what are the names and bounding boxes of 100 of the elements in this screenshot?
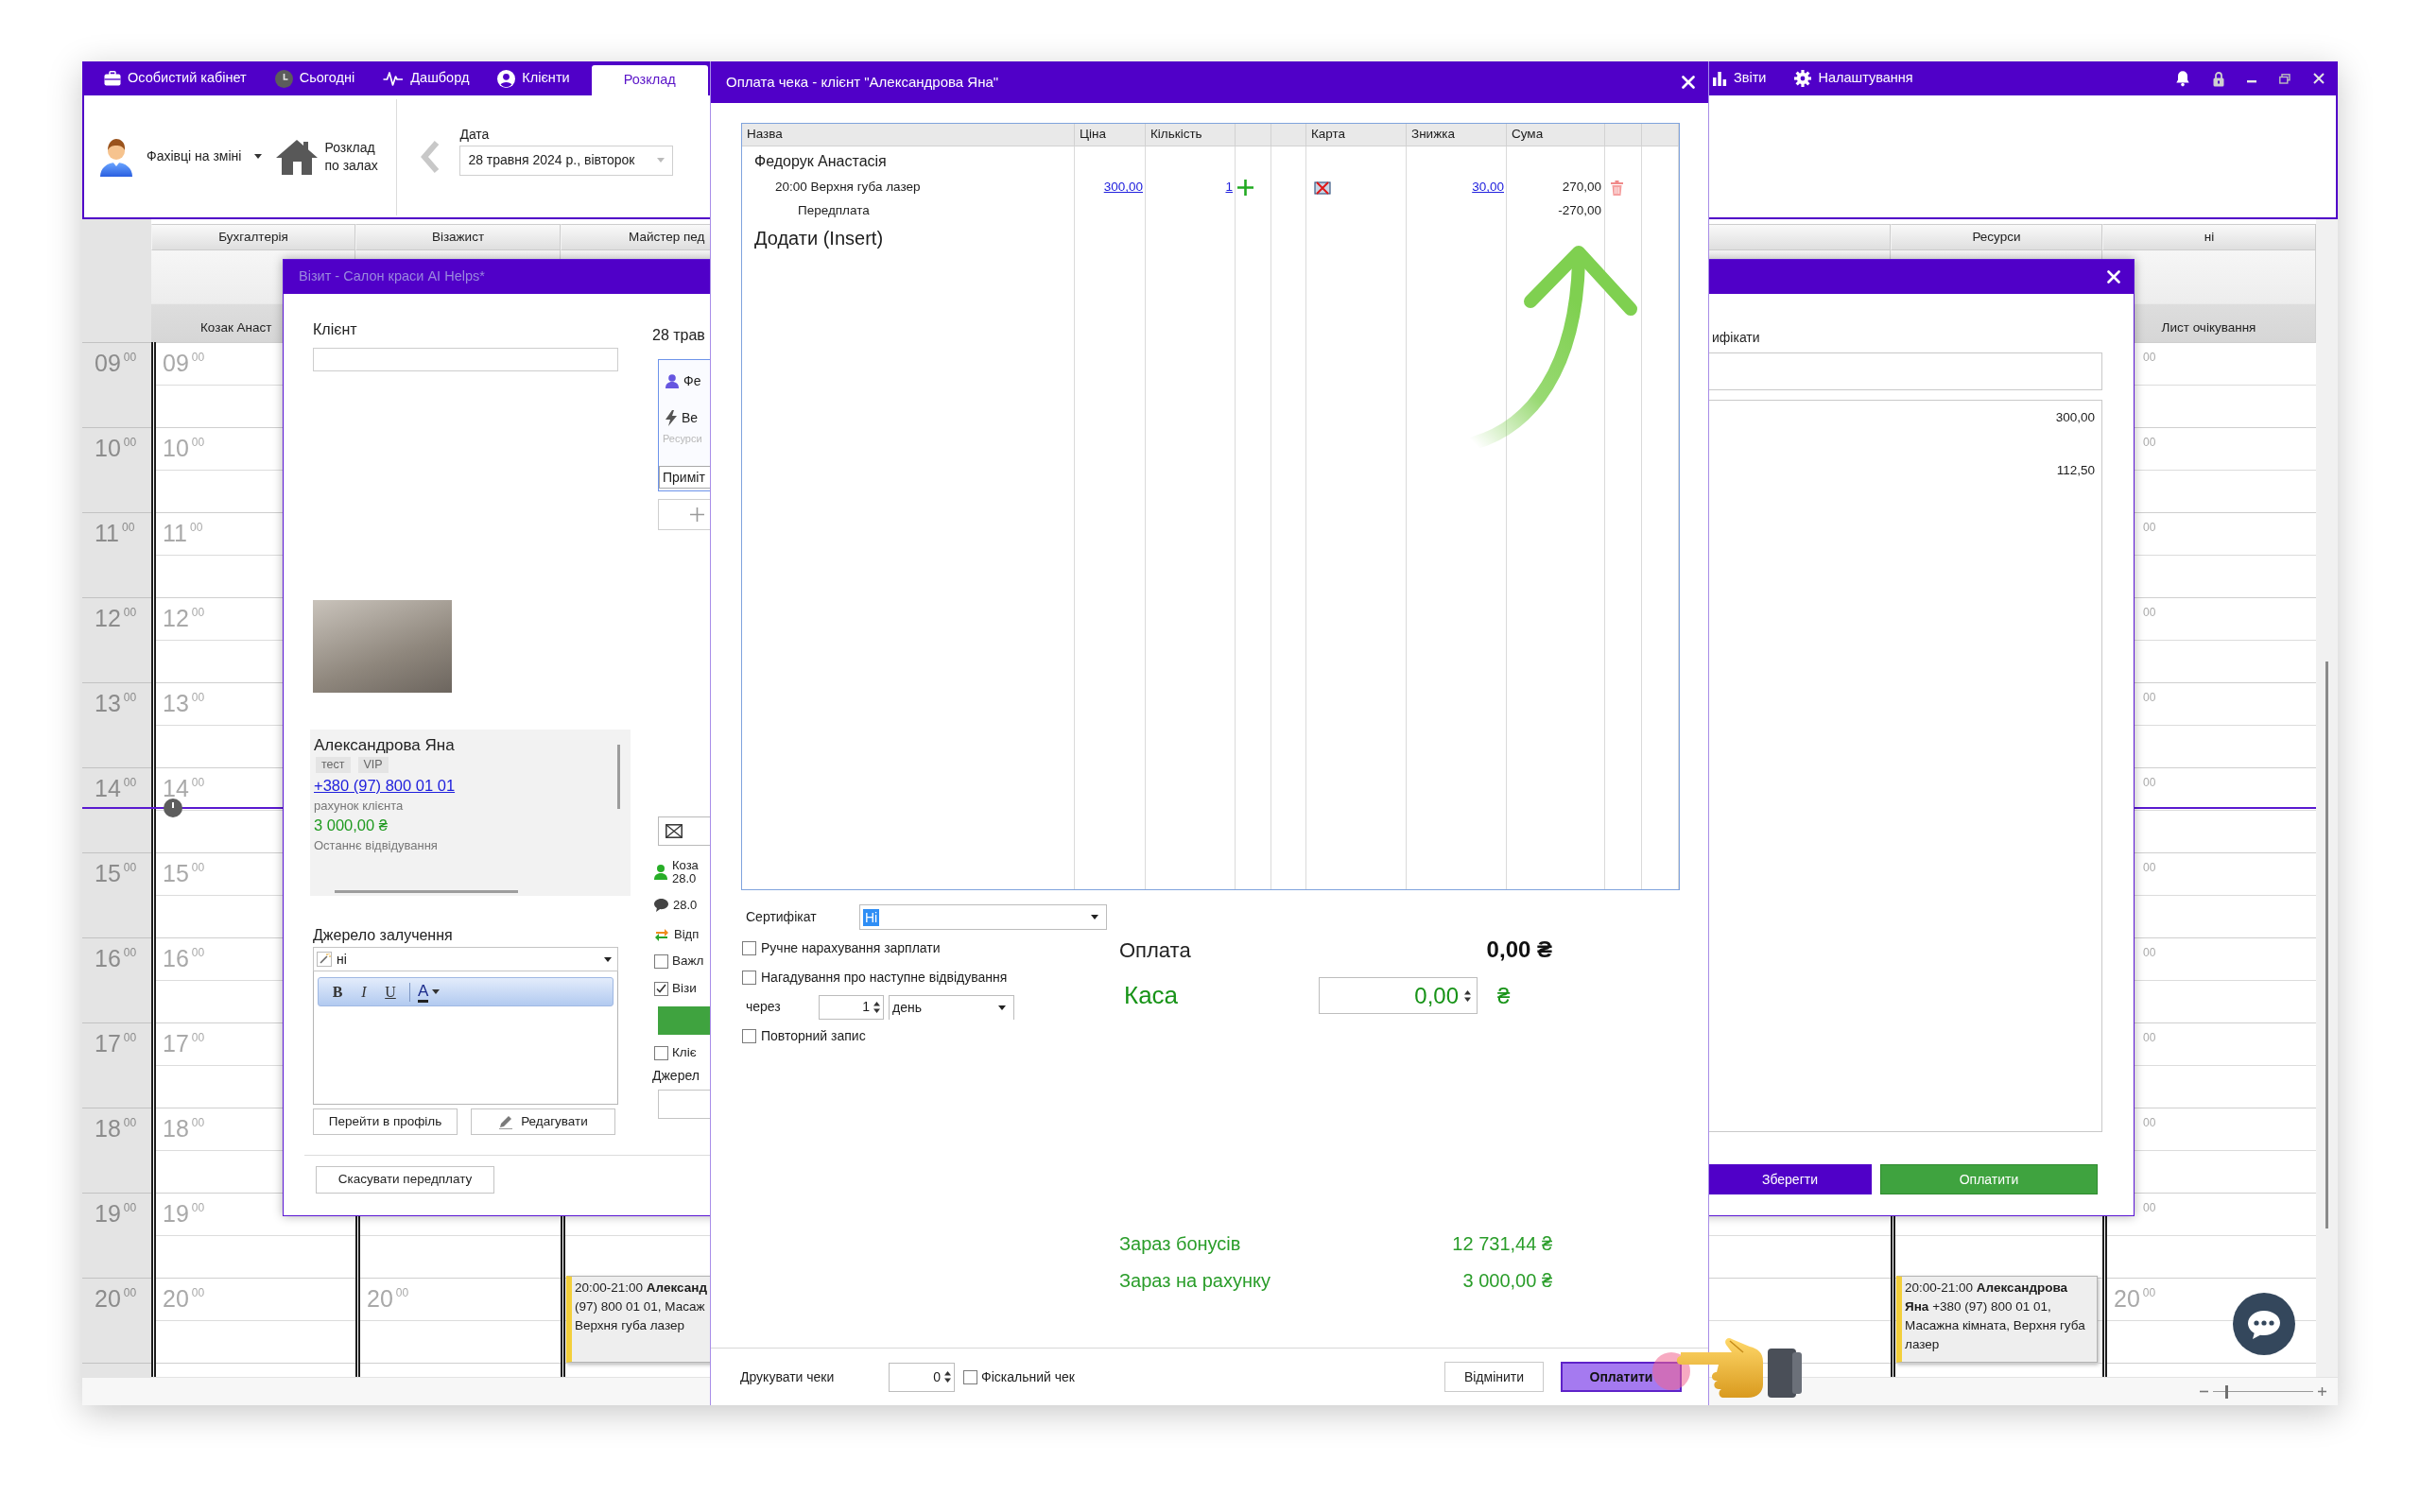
nav-tab[interactable]: Звіти xyxy=(1706,61,1781,95)
bold-button[interactable]: B xyxy=(326,980,349,1004)
scrollbar-thumb[interactable] xyxy=(335,890,518,893)
chat-icon[interactable] xyxy=(2233,1293,2295,1355)
plus-icon xyxy=(690,507,704,522)
checkbox[interactable] xyxy=(654,954,668,969)
nav-tab[interactable]: Дашборд xyxy=(369,61,484,95)
caret-icon xyxy=(254,154,263,159)
cancel-button[interactable]: Відмінити xyxy=(1444,1362,1544,1392)
checkbox[interactable] xyxy=(742,941,756,955)
cash-label: Каса xyxy=(1123,980,1180,1011)
checkbox[interactable] xyxy=(654,1045,668,1060)
price-link[interactable]: 300,00 xyxy=(1103,178,1143,198)
text-editor-field[interactable]: B I U A xyxy=(313,971,618,1105)
staff-info: 28.0 xyxy=(672,872,698,885)
plus-icon[interactable] xyxy=(2318,1387,2326,1396)
source-label: Джерело залучення xyxy=(313,926,453,945)
faint-time-label: 09$^{00}$ xyxy=(163,352,205,375)
nav-tab[interactable]: Налаштування xyxy=(1780,61,1927,95)
save-button[interactable]: Зберегти xyxy=(1708,1164,1872,1194)
nav-tab[interactable]: Сьогодні xyxy=(260,61,370,95)
pencil-icon xyxy=(498,1114,514,1129)
scrollbar-thumb[interactable] xyxy=(2325,662,2328,1228)
checkbox-label: Ручне нарахування зарплати xyxy=(761,939,941,957)
nav-tab[interactable]: Розклад xyxy=(591,65,708,95)
plus-icon[interactable] xyxy=(1237,180,1253,196)
checkbox-label: Важл xyxy=(672,952,704,970)
appointment-block[interactable]: 20:00-21:00 Александрова Яна +380 (97) 800 01 01, Масажна кімната, Верхня губа лазер xyxy=(1896,1276,2098,1363)
faint-time-label: 17$^{00}$ xyxy=(163,1032,205,1056)
cancel-prepayment-button[interactable]: Скасувати передплату xyxy=(316,1166,494,1194)
spinner-arrows-icon[interactable] xyxy=(944,1370,951,1383)
faint-time-label: 00 xyxy=(2143,607,2156,621)
person-icon xyxy=(99,136,133,177)
minus-icon[interactable] xyxy=(2200,1390,2208,1393)
person-icon xyxy=(654,865,667,880)
item-name: 20:00 Верхня губа лазер xyxy=(775,179,921,197)
column-header: Візажист xyxy=(355,224,561,250)
nav-tab[interactable]: Особистий кабінет xyxy=(90,61,261,95)
trash-icon[interactable] xyxy=(1611,180,1623,196)
client-search-field[interactable] xyxy=(313,348,618,371)
check-icon xyxy=(656,984,666,993)
time-label: 17$^{00}$ xyxy=(95,1032,137,1056)
checkbox-label: Кліє xyxy=(672,1043,697,1061)
underline-button[interactable]: U xyxy=(379,980,402,1004)
crossed-card-icon[interactable] xyxy=(1314,180,1331,196)
faint-time-label: 00 xyxy=(2143,1202,2156,1216)
checkbox[interactable] xyxy=(963,1369,977,1384)
bar-chart-icon xyxy=(1712,71,1727,86)
source-dropdown[interactable]: ні xyxy=(313,947,618,971)
checkbox[interactable] xyxy=(654,981,668,996)
caret-icon xyxy=(998,1005,1006,1010)
input-field[interactable] xyxy=(1708,352,2102,390)
faint-time-label: 00 xyxy=(2143,947,2156,961)
edit-button[interactable]: Редагувати xyxy=(471,1108,615,1135)
slider-thumb[interactable] xyxy=(2224,1384,2228,1399)
faint-time-label: 00 xyxy=(2143,437,2156,451)
faint-time-label: 13$^{00}$ xyxy=(163,692,205,715)
checkbox[interactable] xyxy=(742,971,756,985)
discount-link[interactable]: 30,00 xyxy=(1472,178,1504,198)
font-color-button[interactable]: A xyxy=(418,981,429,1003)
phone-link[interactable]: +380 (97) 800 01 01 xyxy=(314,777,456,794)
interval-spinner[interactable]: 1 xyxy=(819,994,884,1020)
pay-button[interactable]: Оплатити xyxy=(1561,1362,1682,1392)
caret-icon xyxy=(604,956,612,962)
lock-icon[interactable] xyxy=(2213,70,2224,87)
cash-amount-field[interactable]: 0,00 xyxy=(1319,977,1478,1014)
faint-time-label: 00 xyxy=(2143,352,2156,366)
nav-tab[interactable]: Клієнти xyxy=(483,61,584,95)
quantity-link[interactable]: 1 xyxy=(1225,178,1233,198)
restore-icon[interactable] xyxy=(2279,73,2290,84)
faint-time-label: 00 xyxy=(2143,692,2156,706)
faint-time-label: 12$^{00}$ xyxy=(163,607,205,630)
profile-button[interactable]: Перейти в профіль xyxy=(313,1108,458,1135)
faint-time-label: 15$^{00}$ xyxy=(163,862,205,885)
faint-time-label: 00 xyxy=(2143,522,2156,536)
field-label: Джерел xyxy=(652,1068,700,1083)
spinner-arrows-icon[interactable] xyxy=(1464,988,1471,1003)
amount-value: 300,00 xyxy=(2055,409,2095,426)
date-dropdown[interactable]: 28 травня 2024 р., вівторок xyxy=(459,145,674,176)
spinner-arrows-icon[interactable] xyxy=(873,1000,880,1014)
italic-button[interactable]: I xyxy=(353,980,375,1004)
checkbox[interactable] xyxy=(742,1029,756,1043)
caret-icon xyxy=(657,158,666,163)
clock-icon xyxy=(274,69,293,88)
column-header: Сума xyxy=(1507,124,1605,146)
column-header: Ресурси xyxy=(1891,224,2102,250)
scrollbar-thumb[interactable] xyxy=(617,745,620,809)
staff-dropdown[interactable]: Фахівці на зміні xyxy=(99,136,263,177)
column-header: Бухгалтерія xyxy=(151,224,355,250)
close-icon[interactable] xyxy=(2313,73,2325,84)
speech-bubble-icon xyxy=(654,899,668,912)
checkbox-label: Візи xyxy=(672,979,697,997)
resources-label: Ресурси xyxy=(662,432,703,445)
unit-dropdown[interactable]: день xyxy=(889,994,1014,1020)
print-count-spinner[interactable]: 0 xyxy=(889,1362,955,1392)
staff-name: Фе xyxy=(683,371,701,390)
wand-icon xyxy=(317,952,332,967)
bell-icon[interactable] xyxy=(2175,70,2190,87)
halls-schedule-button[interactable]: Розклад по залах xyxy=(275,137,389,176)
time-label: 10$^{00}$ xyxy=(95,437,137,460)
